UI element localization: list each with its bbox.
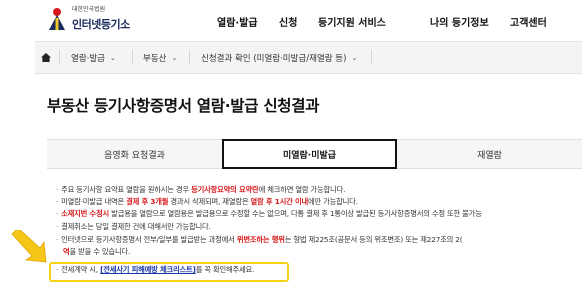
breadcrumb-label: 신청결과 확인 (미열람·미발급/재열람 등): [201, 54, 347, 64]
result-tabs: 음영화 요청결과 미열람·미발급 재열람: [47, 139, 582, 169]
list-item: · 결제취소는 당일 결제한 건에 대해서만 가능합니다.: [56, 222, 211, 231]
nav-item-view-issue[interactable]: 열람·발급: [217, 14, 258, 29]
site-header: 대한민국법원 인터넷등기소 열람·발급 신청 등기지원 서비스 나의 등기정보 …: [0, 0, 582, 38]
home-button[interactable]: [35, 42, 57, 73]
breadcrumb-label: 부동산: [143, 54, 167, 64]
highlight-box: [49, 262, 289, 282]
site-logo[interactable]: 대한민국법원 인터넷등기소: [46, 6, 130, 32]
court-emblem-icon: [46, 6, 68, 32]
chevron-down-icon: ⌄: [171, 54, 178, 62]
breadcrumb-divider: [132, 50, 133, 65]
list-item: · 미열람·미발급 내역은 결제 후 3개월 경과시 삭제되며, 재열람은 열람 …: [56, 197, 358, 206]
nav-item-my-info[interactable]: 나의 등기정보: [430, 14, 489, 29]
breadcrumb-item-result-check[interactable]: 신청결과 확인 (미열람·미발급/재열람 등) ⌄: [201, 52, 357, 64]
breadcrumb-item-real-estate[interactable]: 부동산 ⌄: [143, 52, 177, 64]
breadcrumb-label: 열람·발급: [71, 54, 105, 64]
tab-label: 미열람·미발급: [282, 150, 337, 161]
breadcrumb-divider: [59, 50, 60, 65]
tab-review[interactable]: 재열람: [397, 139, 582, 169]
chevron-down-icon: ⌄: [351, 54, 358, 62]
list-item: · 주요 등기사항 요약표 열람을 원하시는 경우 등기사항요약의 요약란에 체크…: [56, 185, 346, 194]
tab-label: 재열람: [477, 150, 502, 161]
page-title: 부동산 등기사항증명서 열람·발급 신청결과: [47, 97, 320, 115]
tab-label: 음영화 요청결과: [104, 150, 165, 161]
nav-item-customer-center[interactable]: 고객센터: [510, 14, 547, 29]
breadcrumb-item-view-issue[interactable]: 열람·발급 ⌄: [71, 52, 116, 64]
breadcrumb-divider: [189, 50, 190, 65]
list-item: · 인터넷으로 등기사항증명서 전부/일부를 발급받는 과정에서 위변조하는 행위…: [56, 235, 463, 244]
logo-title: 인터넷등기소: [72, 18, 130, 31]
arrow-down-right-icon: [11, 230, 47, 263]
tab-masking-request[interactable]: 음영화 요청결과: [47, 139, 222, 169]
chevron-down-icon: ⌄: [109, 54, 116, 62]
home-icon: [41, 53, 51, 62]
breadcrumb-divider: [371, 50, 372, 65]
logo-subtitle: 대한민국법원: [72, 6, 106, 13]
tab-unviewed-unissued[interactable]: 미열람·미발급: [222, 139, 397, 169]
list-item: · 소재지번 수정시 발급용을 열람으로 열람용은 발급용으로 수정할 수는 없으…: [56, 209, 482, 218]
breadcrumb: 열람·발급 ⌄ 부동산 ⌄ 신청결과 확인 (미열람·미발급/재열람 등) ⌄: [35, 41, 582, 74]
nav-item-support[interactable]: 등기지원 서비스: [318, 14, 386, 29]
nav-item-apply[interactable]: 신청: [279, 14, 297, 29]
list-item-continuation: 역을 받을 수 있습니다.: [63, 247, 131, 256]
